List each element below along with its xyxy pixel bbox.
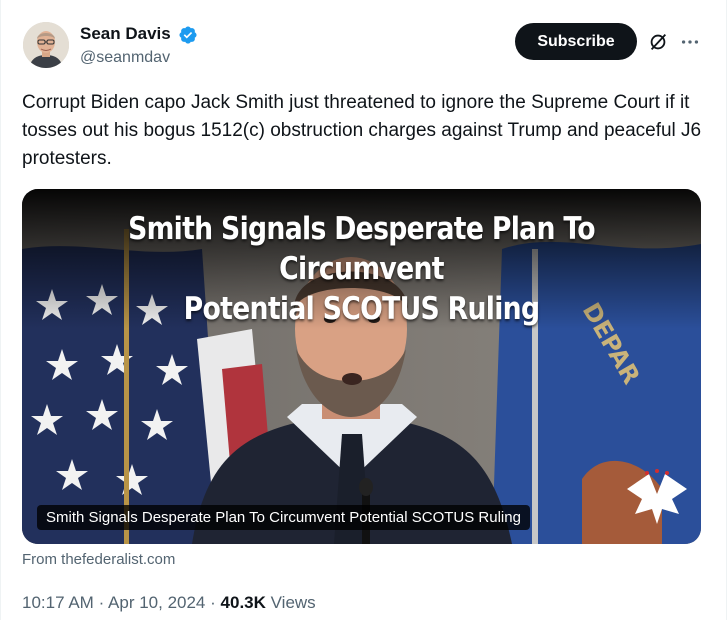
- tweet-text: Corrupt Biden capo Jack Smith just threa…: [22, 92, 702, 169]
- tweet-date[interactable]: Apr 10, 2024: [108, 593, 205, 612]
- tweet-card: Sean Davis @seanmdav Subscribe Corrupt B…: [0, 0, 727, 620]
- views-label: Views: [270, 593, 316, 612]
- card-headline-line-2: Potential SCOTUS Ruling: [183, 291, 540, 327]
- tweet-meta: 10:17 AM · Apr 10, 2024 · 40.3K Views: [22, 593, 316, 613]
- avatar[interactable]: [23, 22, 69, 68]
- author-name[interactable]: Sean Davis: [80, 24, 171, 44]
- views-count[interactable]: 40.3K: [221, 593, 266, 612]
- link-card[interactable]: DEPAR Smith Signals Desperate Plan To Ci…: [22, 189, 701, 544]
- card-headline-line-1: Smith Signals Desperate Plan To Circumve…: [128, 211, 596, 287]
- grok-icon[interactable]: [647, 31, 669, 53]
- author-handle[interactable]: @seanmdav: [80, 49, 170, 67]
- meta-separator: ·: [210, 593, 216, 612]
- verified-badge-icon: [179, 26, 197, 44]
- more-icon[interactable]: [679, 31, 701, 53]
- subscribe-button[interactable]: Subscribe: [515, 23, 637, 60]
- card-headline: Smith Signals Desperate Plan To Circumve…: [70, 209, 654, 329]
- meta-separator: ·: [98, 593, 105, 612]
- tweet-time[interactable]: 10:17 AM: [22, 593, 94, 612]
- card-caption: Smith Signals Desperate Plan To Circumve…: [37, 505, 530, 530]
- card-source-link[interactable]: From thefederalist.com: [22, 551, 175, 568]
